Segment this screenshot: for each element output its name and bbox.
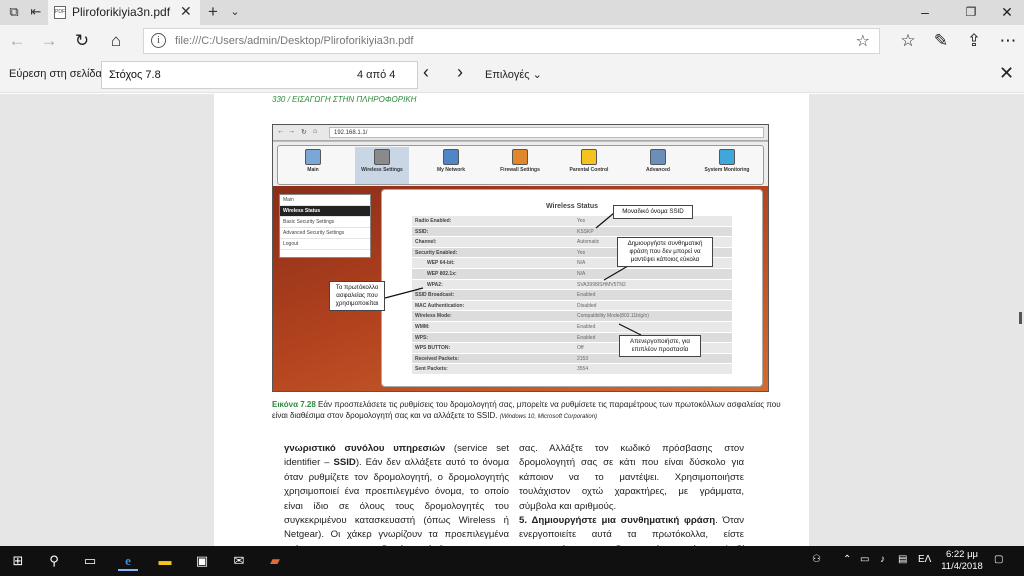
close-find-icon[interactable]: ✕ — [999, 63, 1014, 84]
tab-title: Pliroforikiyia3n.pdf — [72, 5, 171, 19]
find-query: Στόχος 7.8 — [109, 69, 161, 81]
info-icon[interactable]: i — [151, 33, 166, 48]
find-bar: Εύρεση στη σελίδα Στόχος 7.8 4 από 4 ‹ ›… — [0, 57, 1024, 93]
callout-protocol: Το πρωτόκολλο ασφαλείας που χρησιμοποιεί… — [329, 281, 385, 311]
favorites-hub-icon[interactable]: ☆ — [896, 30, 920, 52]
close-tab-icon[interactable]: ✕ — [180, 3, 192, 20]
notifications-icon[interactable]: ▢ — [994, 554, 1003, 565]
taskbar: ⊞ ⚲ ▭ e ▬ ▣ ✉ ▰ ⚇ ⌃ ▭ ♪ ▤ ΕΛ 6:22 μμ 11/… — [0, 546, 1024, 576]
clock-time: 6:22 μμ — [945, 549, 979, 560]
back-arrow-icon[interactable]: ← — [5, 30, 29, 52]
input-language[interactable]: ΕΛ — [918, 554, 931, 565]
running-head: 330 / ΕΙΣΑΓΩΓΗ ΣΤΗΝ ΠΛΗΡΟΦΟΡΙΚΗ — [272, 95, 417, 104]
more-menu-icon[interactable]: ⋯ — [996, 30, 1020, 52]
step-heading: Δημιουργήστε μια συνθηματική φράση — [527, 515, 716, 527]
home-icon[interactable]: ⌂ — [104, 30, 128, 52]
task-view-icon[interactable]: ▭ — [80, 551, 100, 571]
figure-router-screenshot: ← → ↻ ⌂ 192.168.1.1/ Main Wireless Settin… — [272, 124, 769, 392]
file-explorer-icon[interactable]: ▬ — [155, 551, 175, 571]
new-tab-icon[interactable]: + — [203, 3, 223, 21]
mail-icon[interactable]: ✉ — [229, 551, 249, 571]
options-dropdown[interactable]: Επιλογές ⌄ — [485, 68, 542, 81]
previous-match-icon[interactable]: ‹ — [423, 62, 429, 83]
pdf-page: 330 / ΕΙΣΑΓΩΓΗ ΣΤΗΝ ΠΛΗΡΟΦΟΡΙΚΗ ← → ↻ ⌂ … — [214, 94, 809, 546]
address-bar[interactable]: i file:///C:/Users/admin/Desktop/Plirofo… — [143, 28, 880, 54]
system-clock[interactable]: 6:22 μμ 11/4/2018 — [940, 549, 984, 573]
list-number: 5. — [519, 515, 528, 527]
set-aside-tabs-icon[interactable]: ⇤ — [26, 3, 46, 21]
callout-ssid: Μοναδικό όνομα SSID — [613, 205, 693, 219]
tab-preview-icon[interactable]: ⧉ — [4, 3, 24, 21]
hidden-icons-chevron-icon[interactable]: ⌃ — [843, 554, 851, 565]
favorite-star-icon[interactable]: ☆ — [856, 31, 870, 51]
restore-button[interactable]: ❐ — [956, 2, 986, 22]
network-icon[interactable]: ▭ — [860, 554, 869, 565]
term-bold: γνωριστικό συνόλου υπηρεσιών — [284, 443, 446, 454]
url-text: file:///C:/Users/admin/Desktop/Plirofori… — [175, 35, 414, 47]
caption-source: (Windows 10, Microsoft Corporation) — [499, 414, 598, 420]
edge-browser-icon[interactable]: e — [118, 551, 138, 571]
keyboard-icon[interactable]: ▤ — [898, 554, 907, 565]
pdf-viewer[interactable]: 330 / ΕΙΣΑΓΩΓΗ ΣΤΗΝ ΠΛΗΡΟΦΟΡΙΚΗ ← → ↻ ⌂ … — [0, 94, 1024, 546]
volume-icon[interactable]: ♪ — [880, 554, 885, 565]
windows-start-icon[interactable]: ⊞ — [8, 551, 28, 571]
right-text-column: σας. Αλλάξτε τον κωδικό πρόσβασης στον δ… — [519, 443, 744, 546]
figure-caption: Εικόνα 7.28 Εάν προσπελάσετε τις ρυθμίσε… — [272, 399, 782, 423]
store-icon[interactable]: ▣ — [192, 551, 212, 571]
scroll-indicator[interactable] — [1019, 312, 1022, 324]
search-icon[interactable]: ⚲ — [44, 551, 64, 571]
web-note-icon[interactable]: ✎ — [929, 30, 953, 52]
find-input[interactable]: Στόχος 7.8 4 από 4 — [101, 61, 418, 89]
caption-label: Εικόνα 7.28 — [272, 400, 316, 409]
clock-date: 11/4/2018 — [941, 561, 983, 572]
share-icon[interactable]: ⇪ — [962, 30, 986, 52]
tab-bar: ⧉ ⇤ PDF Pliroforikiyia3n.pdf ✕ + ⌄ – ❐ ✕ — [0, 0, 1024, 25]
refresh-icon[interactable]: ↻ — [70, 30, 94, 52]
forward-arrow-icon[interactable]: → — [37, 30, 61, 52]
match-count: 4 από 4 — [357, 69, 396, 81]
callout-disable: Απενεργοποιήστε, για επιπλέον προστασία — [619, 335, 701, 357]
pdf-file-icon: PDF — [54, 6, 66, 19]
people-icon[interactable]: ⚇ — [812, 554, 821, 565]
powerpoint-icon[interactable]: ▰ — [265, 551, 285, 571]
callout-passphrase: Δημιουργήστε συνθηματική φράση που δεν μ… — [617, 237, 713, 267]
minimize-button[interactable]: – — [910, 2, 940, 22]
navigation-bar: ← → ↻ ⌂ i file:///C:/Users/admin/Desktop… — [0, 25, 1024, 57]
close-window-button[interactable]: ✕ — [992, 2, 1022, 22]
left-text-column: γνωριστικό συνόλου υπηρεσιών (service se… — [284, 443, 509, 546]
find-label: Εύρεση στη σελίδα — [9, 68, 102, 80]
ssid-bold: SSID — [333, 457, 356, 469]
next-match-icon[interactable]: › — [457, 62, 463, 83]
active-tab[interactable]: PDF Pliroforikiyia3n.pdf ✕ — [48, 0, 200, 25]
chevron-down-icon[interactable]: ⌄ — [225, 3, 245, 21]
